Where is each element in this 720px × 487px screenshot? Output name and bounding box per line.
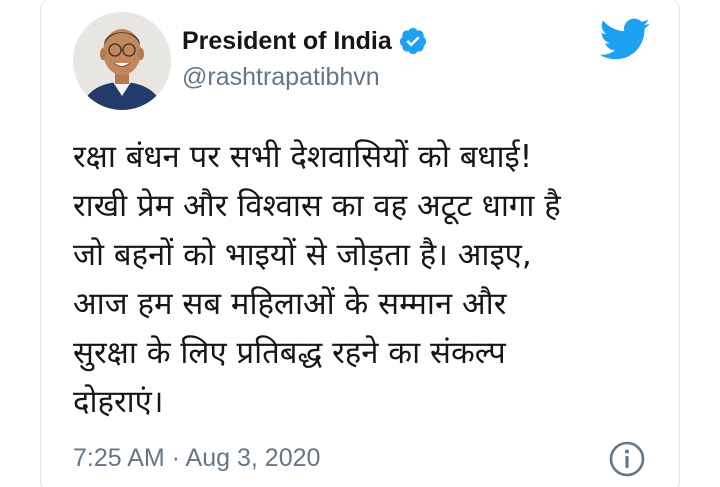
verified-badge-icon bbox=[398, 26, 428, 56]
tweet-line: सुरक्षा के लिए प्रतिबद्ध रहने का संकल्प bbox=[73, 335, 506, 371]
tweet-line: दोहराएं। bbox=[73, 384, 164, 420]
tweet-line: आज हम सब महिलाओं के सम्मान और bbox=[73, 286, 507, 322]
profile-avatar[interactable] bbox=[73, 12, 171, 110]
author-handle[interactable]: @rashtrapatibhvn bbox=[182, 63, 380, 92]
tweet-text: रक्षा बंधन पर सभी देशवासियों को बधाई! रा… bbox=[73, 133, 663, 427]
tweet-line: जो बहनों को भाइयों से जोड़ता है। आइए, bbox=[73, 237, 532, 273]
author-name-row[interactable]: President of India bbox=[182, 24, 428, 58]
avatar-portrait bbox=[73, 12, 171, 110]
twitter-bird-icon[interactable] bbox=[597, 17, 651, 61]
tweet-line: राखी प्रेम और विश्वास का वह अटूट धागा है bbox=[73, 188, 561, 224]
author-display-name[interactable]: President of India bbox=[182, 27, 392, 56]
tweet-line: रक्षा बंधन पर सभी देशवासियों को बधाई! bbox=[73, 139, 533, 175]
tweet-timestamp[interactable]: 7:25 AM · Aug 3, 2020 bbox=[73, 444, 320, 473]
info-icon[interactable] bbox=[608, 440, 646, 478]
